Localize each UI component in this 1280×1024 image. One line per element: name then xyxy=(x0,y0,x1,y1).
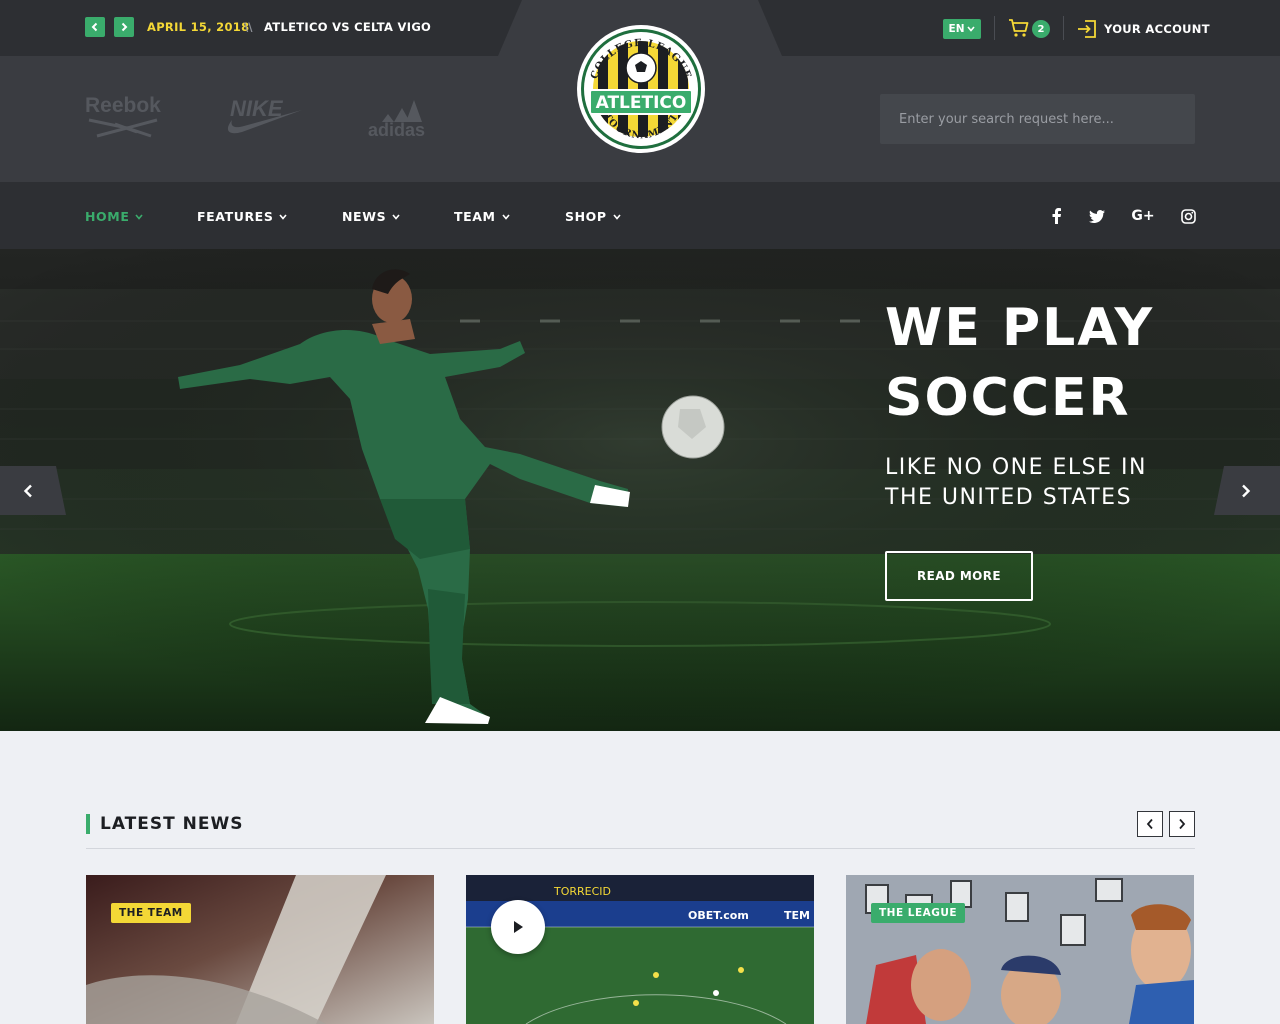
chevron-right-icon xyxy=(1179,818,1186,830)
nav-item-label: HOME xyxy=(85,209,130,224)
next-match-button[interactable] xyxy=(114,17,134,37)
brand-logo-nike[interactable]: NIKE xyxy=(227,96,302,134)
slider-prev-button[interactable] xyxy=(0,466,66,515)
crest-name: ATLETICO xyxy=(596,93,687,113)
match-date: APRIL 15, 2018 xyxy=(147,20,250,34)
news-card-tag[interactable]: THE TEAM xyxy=(111,903,191,923)
swoosh-icon xyxy=(227,110,302,134)
chevron-left-icon xyxy=(23,484,32,497)
reebok-vector-icon xyxy=(88,118,158,138)
chevron-right-icon xyxy=(121,22,128,32)
twitter-link[interactable] xyxy=(1087,206,1107,226)
nav-item-news[interactable]: NEWS xyxy=(342,209,400,224)
chevron-down-icon xyxy=(135,213,144,220)
login-icon xyxy=(1078,20,1096,38)
divider xyxy=(994,16,995,40)
chevron-down-icon xyxy=(967,26,976,32)
svg-text:OBET.com: OBET.com xyxy=(688,909,749,922)
nav-item-label: SHOP xyxy=(565,209,607,224)
hero-headline-line2: SOCCER xyxy=(885,368,1131,428)
facebook-link[interactable] xyxy=(1046,206,1066,226)
slider-next-button[interactable] xyxy=(1214,466,1280,515)
nav-item-label: FEATURES xyxy=(197,209,274,224)
match-title[interactable]: ATLETICO VS CELTA VIGO xyxy=(264,20,431,34)
match-separator: \\ xyxy=(244,20,253,34)
nav-item-features[interactable]: FEATURES xyxy=(197,209,288,224)
hero-subline: LIKE NO ONE ELSE IN THE UNITED STATES xyxy=(885,455,1147,510)
hero-headline: WE PLAY SOCCER xyxy=(885,293,1154,433)
hero-headline-line1: WE PLAY xyxy=(885,298,1155,358)
read-more-button[interactable]: READ MORE xyxy=(885,551,1033,601)
chevron-left-icon xyxy=(91,22,98,32)
news-card-image xyxy=(86,875,434,1024)
language-label: EN xyxy=(948,23,965,35)
soccer-ball-image xyxy=(661,395,725,459)
section-accent-bar xyxy=(86,814,90,834)
cart-count-badge: 2 xyxy=(1032,20,1050,38)
chevron-down-icon xyxy=(279,213,288,220)
adidas-stripes-icon xyxy=(382,100,422,122)
google-plus-icon: G+ xyxy=(1131,208,1155,224)
account-link[interactable]: YOUR ACCOUNT xyxy=(1077,20,1210,38)
nav-item-shop[interactable]: SHOP xyxy=(565,209,621,224)
play-icon xyxy=(514,921,523,933)
chevron-left-icon xyxy=(1146,818,1153,830)
svg-text:TORRECID: TORRECID xyxy=(553,885,611,898)
news-next-button[interactable] xyxy=(1169,811,1195,837)
nav-item-label: TEAM xyxy=(454,209,496,224)
news-card[interactable] xyxy=(846,875,1194,1024)
search-box xyxy=(880,94,1195,144)
news-card[interactable] xyxy=(86,875,434,1024)
play-video-button[interactable] xyxy=(491,900,545,954)
section-divider xyxy=(86,848,1195,849)
cart-button[interactable] xyxy=(1008,17,1030,39)
brand-logo-adidas[interactable]: adidas xyxy=(368,96,434,142)
facebook-icon xyxy=(1052,208,1061,224)
google-plus-link[interactable]: G+ xyxy=(1130,206,1156,226)
search-input[interactable] xyxy=(880,94,1150,144)
news-card-tag[interactable]: THE LEAGUE xyxy=(871,903,966,923)
twitter-icon xyxy=(1089,209,1105,223)
instagram-link[interactable] xyxy=(1178,206,1198,226)
cart-icon xyxy=(1009,19,1029,37)
chevron-down-icon xyxy=(501,213,510,220)
nav-item-team[interactable]: TEAM xyxy=(454,209,510,224)
divider xyxy=(1063,16,1064,40)
svg-text:TEM: TEM xyxy=(784,909,810,922)
atletico-crest-logo[interactable]: COLLEGE LEAGUE TOURNAMENT ATLETICO xyxy=(576,24,706,154)
language-selector[interactable]: EN xyxy=(943,19,981,39)
news-prev-button[interactable] xyxy=(1137,811,1163,837)
section-title: LATEST NEWS xyxy=(100,814,244,834)
prev-match-button[interactable] xyxy=(85,17,105,37)
brand-logo-reebok[interactable]: Reebok xyxy=(85,94,161,138)
nav-item-home[interactable]: HOME xyxy=(85,209,144,224)
account-label: YOUR ACCOUNT xyxy=(1104,22,1210,36)
nav-item-label: NEWS xyxy=(342,209,387,224)
chevron-down-icon xyxy=(613,213,621,220)
news-card-image xyxy=(846,875,1194,1024)
chevron-right-icon xyxy=(1242,484,1251,497)
instagram-icon xyxy=(1180,208,1196,224)
chevron-down-icon xyxy=(392,213,400,220)
